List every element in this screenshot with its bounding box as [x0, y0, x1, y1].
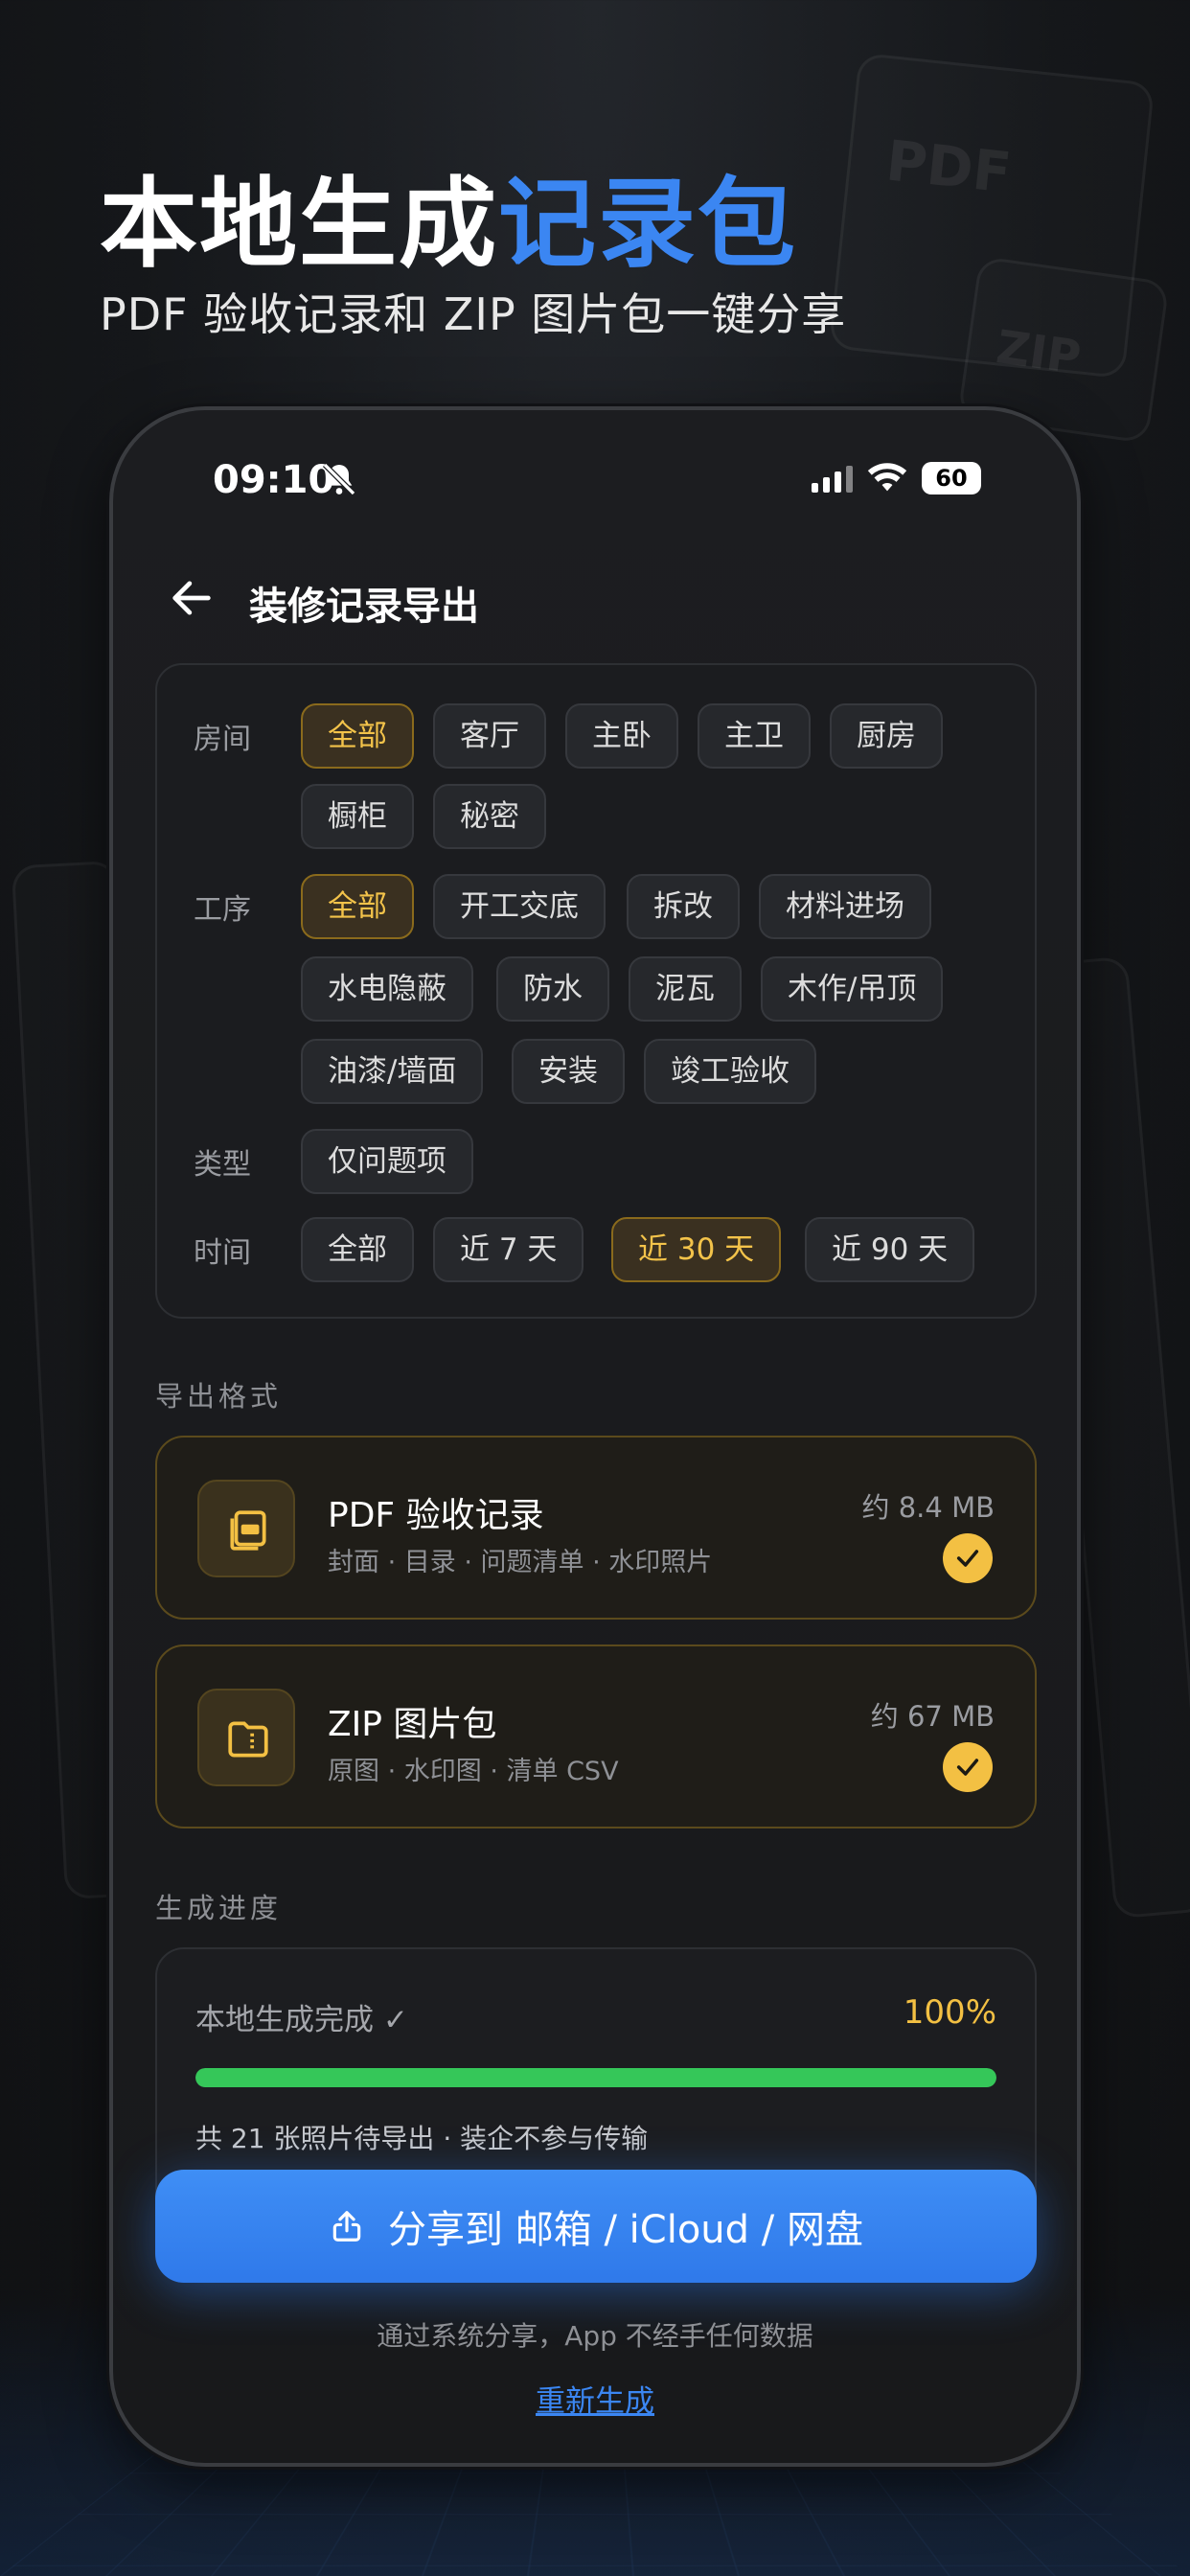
- chip-room-all[interactable]: 全部: [301, 703, 414, 769]
- wifi-icon: [867, 463, 907, 492]
- share-button-label: 分享到 邮箱 / iCloud / 网盘: [388, 2208, 863, 2252]
- filter-panel: 房间 全部 客厅 主卧 主卫 厨房 橱柜 秘密 工序 全部 开工交底 拆改 材料…: [155, 663, 1037, 1319]
- format-desc-pdf: 封面 · 目录 · 问题清单 · 水印照片: [328, 1548, 713, 1577]
- chip-room-cabinet[interactable]: 橱柜: [301, 784, 414, 849]
- filter-label-type: 类型: [194, 1148, 251, 1182]
- background-pdf-text: PDF: [882, 127, 1015, 206]
- chip-process-completion[interactable]: 竣工验收: [644, 1039, 816, 1104]
- progress-bar: [195, 2068, 996, 2087]
- export-format-label: 导出格式: [155, 1380, 283, 1413]
- chip-time-all[interactable]: 全部: [301, 1217, 414, 1282]
- chip-process-installation[interactable]: 安装: [512, 1039, 625, 1104]
- format-card-zip[interactable]: ZIP 图片包 原图 · 水印图 · 清单 CSV 约 67 MB: [155, 1644, 1037, 1828]
- progress-section-label: 生成进度: [155, 1892, 283, 1924]
- chip-time-7-days[interactable]: 近 7 天: [433, 1217, 584, 1282]
- chip-process-tiling[interactable]: 泥瓦: [629, 956, 742, 1022]
- format-title-zip: ZIP 图片包: [328, 1705, 497, 1744]
- progress-bar-fill: [195, 2068, 996, 2087]
- chip-room-master-bath[interactable]: 主卫: [698, 703, 811, 769]
- format-size-zip: 约 67 MB: [870, 1700, 995, 1733]
- hero-title: 本地生成记录包: [100, 146, 797, 287]
- pdf-document-icon: [197, 1480, 295, 1577]
- chip-process-materials[interactable]: 材料进场: [759, 874, 931, 939]
- background-zip-text: ZIP: [993, 320, 1085, 385]
- page-title: 装修记录导出: [249, 585, 479, 629]
- hero-subtitle: PDF 验收记录和 ZIP 图片包一键分享: [100, 288, 847, 340]
- phone-mockup: 09:10 60 装修记录导出 房间 全部 客厅 主卧 主卫 厨房 橱柜 秘密 …: [109, 406, 1081, 2467]
- filter-label-room: 房间: [194, 723, 251, 756]
- privacy-note: 通过系统分享，App 不经手任何数据: [377, 2320, 813, 2352]
- regenerate-link[interactable]: 重新生成: [113, 2377, 1077, 2420]
- share-icon: [332, 2211, 361, 2242]
- hero-title-accent: 记录包: [498, 168, 797, 282]
- format-size-pdf: 约 8.4 MB: [861, 1491, 995, 1524]
- progress-note: 共 21 张照片待导出 · 装企不参与传输: [195, 2123, 649, 2154]
- format-card-pdf[interactable]: PDF 验收记录 封面 · 目录 · 问题清单 · 水印照片 约 8.4 MB: [155, 1436, 1037, 1620]
- chip-process-carpentry[interactable]: 木作/吊顶: [761, 956, 944, 1022]
- progress-status: 本地生成完成 ✓: [195, 2003, 408, 2037]
- status-time: 09:10: [213, 458, 335, 502]
- chip-time-30-days[interactable]: 近 30 天: [611, 1217, 782, 1282]
- hero-title-plain: 本地生成: [100, 168, 498, 282]
- chip-process-plumbing-electric[interactable]: 水电隐蔽: [301, 956, 473, 1022]
- chip-type-issues-only[interactable]: 仅问题项: [301, 1129, 473, 1194]
- checkmark-icon[interactable]: [943, 1533, 993, 1583]
- checkmark-icon[interactable]: [943, 1742, 993, 1792]
- chip-room-kitchen[interactable]: 厨房: [830, 703, 943, 769]
- share-button[interactable]: 分享到 邮箱 / iCloud / 网盘: [155, 2170, 1037, 2283]
- zip-folder-icon: [197, 1689, 295, 1786]
- back-arrow-icon[interactable]: [167, 573, 217, 623]
- chip-room-secret[interactable]: 秘密: [433, 784, 546, 849]
- filter-label-time: 时间: [194, 1236, 251, 1270]
- cellular-signal-icon: [812, 466, 853, 493]
- progress-percent: 100%: [903, 1993, 996, 2032]
- battery-indicator: 60: [922, 462, 981, 494]
- chip-time-90-days[interactable]: 近 90 天: [805, 1217, 975, 1282]
- chip-room-living[interactable]: 客厅: [433, 703, 546, 769]
- chip-process-all[interactable]: 全部: [301, 874, 414, 939]
- filter-label-process: 工序: [194, 893, 251, 927]
- format-desc-zip: 原图 · 水印图 · 清单 CSV: [328, 1757, 619, 1786]
- chip-process-waterproof[interactable]: 防水: [496, 956, 609, 1022]
- chip-process-kickoff[interactable]: 开工交底: [433, 874, 606, 939]
- chip-process-demolition[interactable]: 拆改: [627, 874, 740, 939]
- format-title-pdf: PDF 验收记录: [328, 1496, 544, 1535]
- chip-process-painting[interactable]: 油漆/墙面: [301, 1039, 484, 1104]
- bell-muted-icon: [322, 462, 356, 496]
- chip-room-master-bedroom[interactable]: 主卧: [565, 703, 678, 769]
